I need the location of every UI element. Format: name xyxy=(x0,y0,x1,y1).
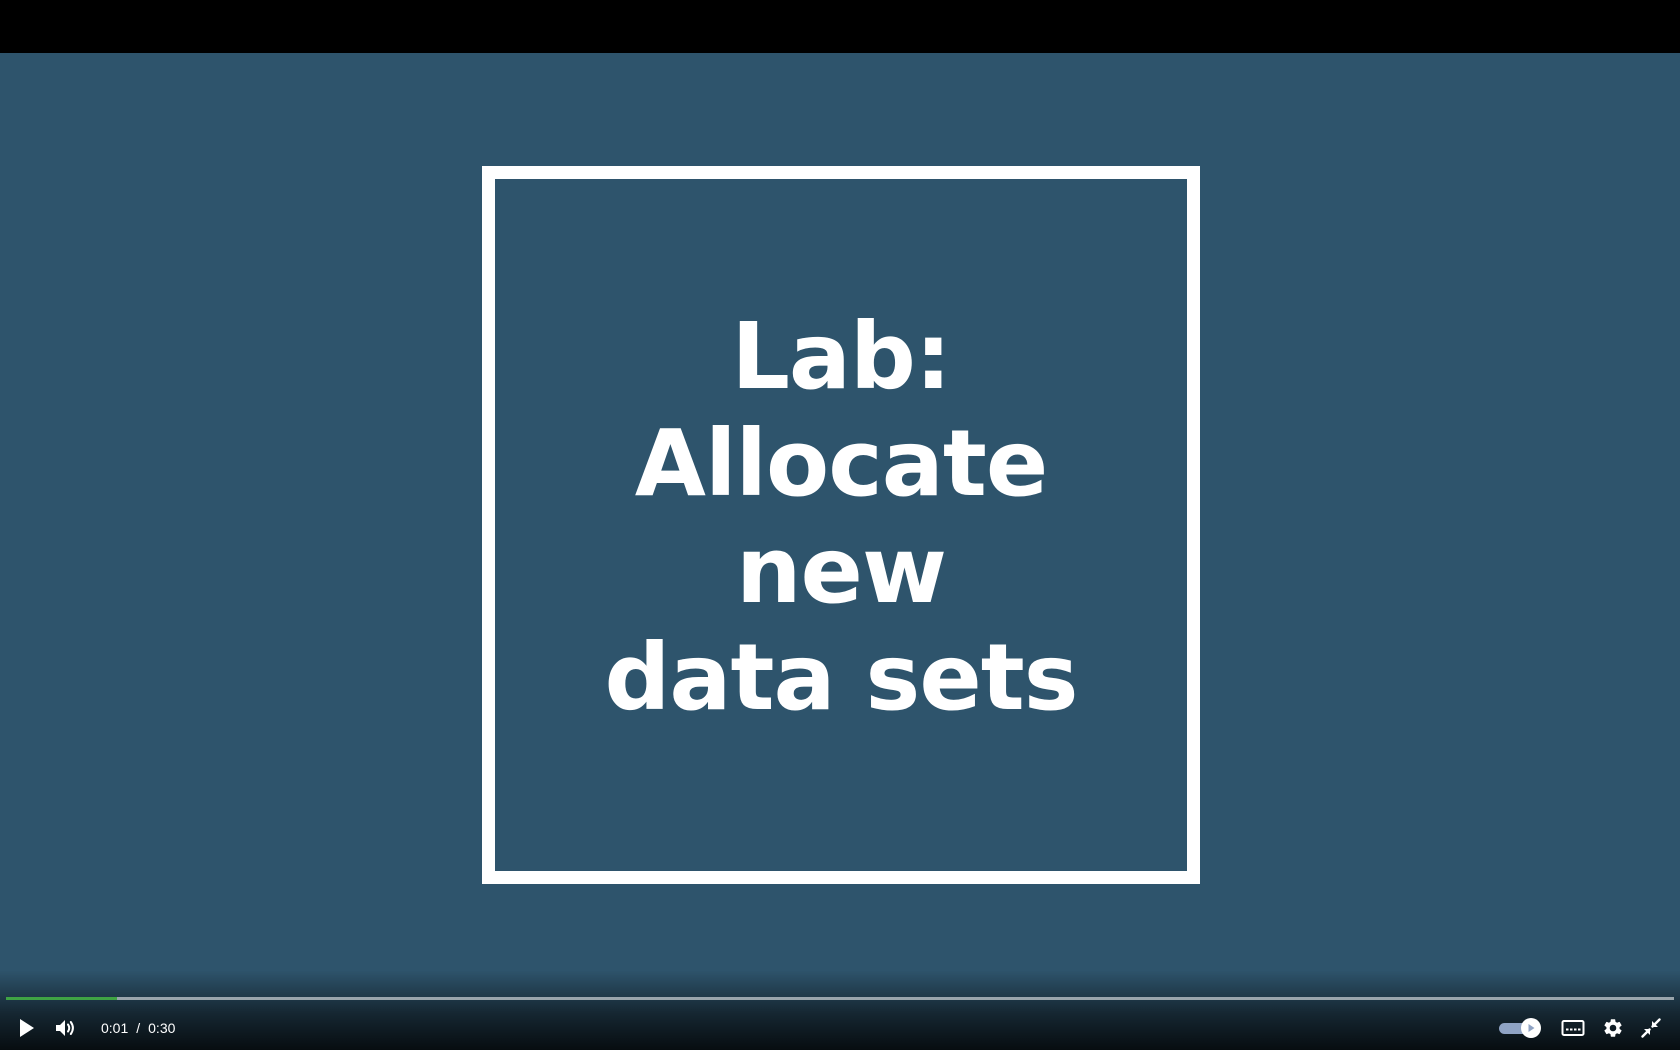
current-time: 0:01 xyxy=(101,1020,129,1036)
letterbox-top xyxy=(0,0,1680,53)
play-button[interactable] xyxy=(10,1006,42,1050)
slide-title: Lab: Allocate new data sets xyxy=(604,303,1079,731)
slide-title-line-4: data sets xyxy=(604,624,1079,731)
title-box: Lab: Allocate new data sets xyxy=(482,166,1200,884)
volume-icon xyxy=(56,1020,74,1036)
exit-fullscreen-button[interactable] xyxy=(1634,1006,1668,1050)
time-separator: / xyxy=(136,1020,141,1036)
autoplay-toggle[interactable] xyxy=(1497,1006,1545,1050)
control-row: 0:01 / 0:30 xyxy=(0,1006,1680,1050)
gear-icon xyxy=(1604,1019,1622,1037)
progress-played xyxy=(6,997,118,1000)
volume-button[interactable] xyxy=(50,1006,82,1050)
slide-title-line-3: new xyxy=(736,517,947,624)
play-icon xyxy=(20,1019,34,1037)
time-display: 0:01 / 0:30 xyxy=(101,1006,175,1050)
slide-title-line-2: Allocate xyxy=(634,410,1048,517)
autoplay-toggle-knob xyxy=(1521,1018,1541,1038)
captions-icon xyxy=(1561,1020,1585,1036)
video-player: Lab: Allocate new data sets 0:01 / 0:30 xyxy=(0,0,1680,1050)
settings-button[interactable] xyxy=(1596,1006,1630,1050)
progress-bar[interactable] xyxy=(6,997,1674,1000)
play-icon xyxy=(1528,1024,1535,1032)
player-controls: 0:01 / 0:30 xyxy=(0,988,1680,1050)
slide-title-line-1: Lab: xyxy=(731,303,951,410)
duration: 0:30 xyxy=(148,1020,176,1036)
exit-fullscreen-icon xyxy=(1641,1018,1661,1038)
captions-button[interactable] xyxy=(1556,1006,1590,1050)
video-frame[interactable]: Lab: Allocate new data sets xyxy=(0,53,1680,1050)
